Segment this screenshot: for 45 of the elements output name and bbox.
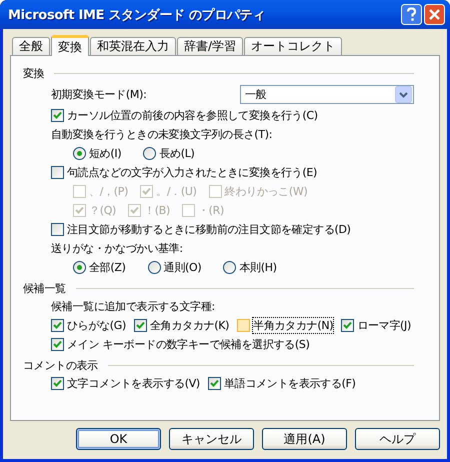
checkmark-icon [210, 379, 219, 388]
dialog-button[interactable]: キャンセル [169, 428, 254, 450]
section-title: コメントの表示 [23, 358, 98, 372]
group-label: 候補一覧に追加で表示する文字種: [51, 299, 215, 314]
tab[interactable]: 辞書/学習 [177, 37, 244, 55]
dialog-button[interactable]: ヘルプ [355, 428, 440, 450]
checkmark-icon [53, 340, 62, 349]
close-icon[interactable] [424, 4, 445, 25]
radio-button[interactable]: 本則(H) [223, 260, 277, 275]
radio-button[interactable]: 通則(O) [148, 260, 202, 275]
group-label: 送りがな・かなづかい基準: [51, 241, 183, 256]
checkmark-icon [75, 206, 84, 215]
checkbox[interactable]: 半角カタカナ(N) [237, 318, 334, 333]
checkmark-icon [343, 321, 352, 330]
checkbox[interactable]: 文字コメントを表示する(V) [51, 376, 200, 391]
dialog-button[interactable]: 適用(A) [262, 428, 347, 450]
tab[interactable]: 和英混在入力 [90, 37, 176, 55]
section-title: 変換 [23, 66, 44, 80]
group-label: 自動変換を行うときの未変換文字列の長さ(T): [51, 127, 272, 142]
radio-button[interactable]: 全部(Z) [73, 260, 126, 275]
checkbox[interactable]: ローマ字(J) [341, 318, 411, 333]
checkmark-icon [136, 321, 146, 330]
tab[interactable]: オートコレクト [244, 37, 342, 55]
checkbox[interactable]: カーソル位置の前後の内容を参照して変換を行う(C) [51, 108, 318, 123]
checkmark-icon [142, 187, 152, 196]
dropdown[interactable]: 一般 [240, 84, 414, 104]
checkmark-icon [130, 206, 140, 215]
field-label: 初期変換モード(M): [51, 86, 146, 102]
tab[interactable]: 全般 [12, 37, 50, 55]
checkbox[interactable]: メイン キーボードの数字キーで候補を選択する(S) [51, 337, 310, 352]
checkmark-icon [53, 379, 62, 388]
checkbox[interactable]: 単語コメントを表示する(F) [208, 376, 356, 391]
dialog-button[interactable]: OK [76, 428, 161, 450]
section-title: 候補一覧 [23, 280, 66, 296]
help-icon[interactable] [401, 4, 422, 25]
tab[interactable]: 変換 [51, 35, 89, 56]
checkmark-icon [53, 111, 62, 120]
checkbox[interactable]: ひらがな(G) [51, 318, 126, 333]
radio-button[interactable]: 長め(L) [143, 146, 195, 161]
checkbox[interactable]: 全角カタカナ(K) [134, 318, 230, 333]
checkmark-icon [53, 321, 62, 330]
checkbox[interactable]: 注目文節が移動するときに移動前の注目文節を確定する(D) [51, 222, 351, 237]
checkbox[interactable]: 句読点などの文字が入力されたときに変換を行う(E) [51, 165, 318, 180]
radio-button[interactable]: 短め(I) [73, 146, 122, 161]
window-title: Microsoft IME スタンダード のプロパティ [8, 6, 266, 24]
